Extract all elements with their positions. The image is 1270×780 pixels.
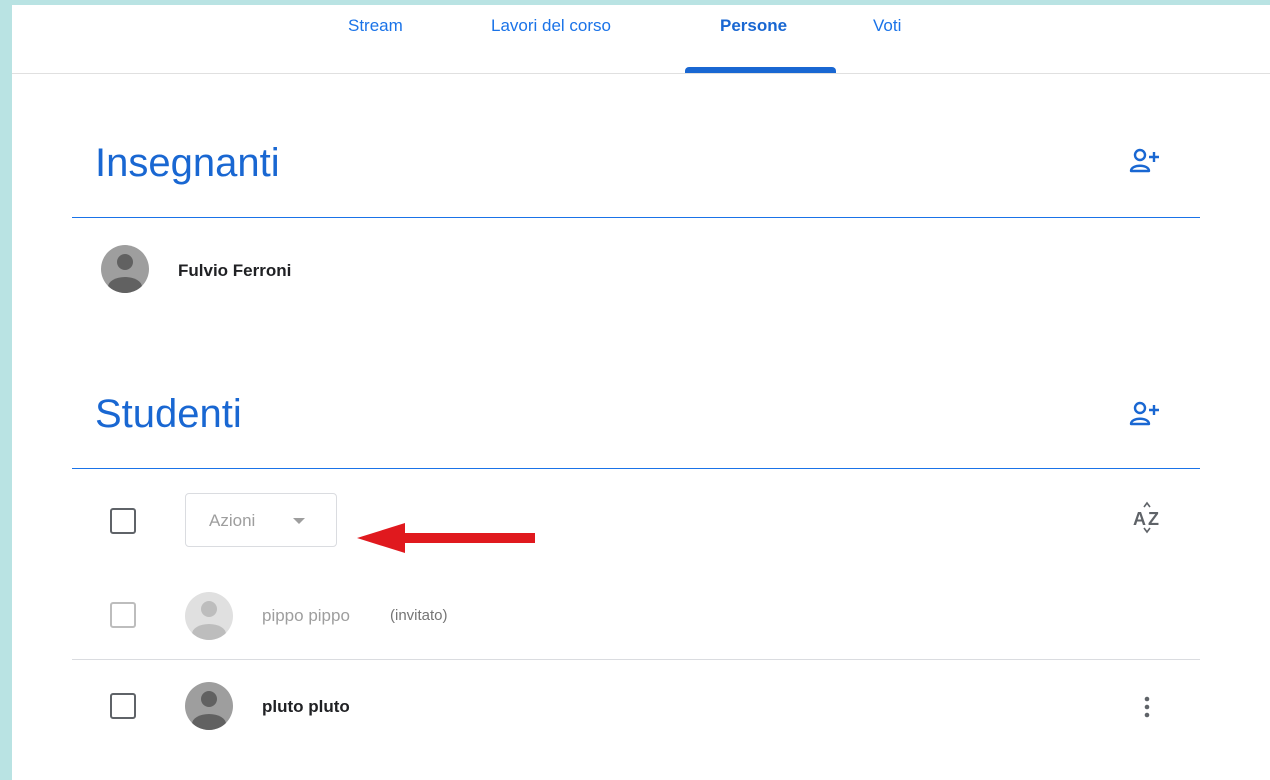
avatar — [101, 245, 149, 293]
more-options-button[interactable] — [1137, 692, 1157, 722]
student-checkbox[interactable] — [110, 693, 136, 719]
sort-az-icon: A Z — [1133, 501, 1159, 534]
svg-text:A: A — [1133, 509, 1146, 529]
select-all-checkbox[interactable] — [110, 508, 136, 534]
default-avatar-icon — [185, 592, 233, 640]
student-checkbox[interactable] — [110, 602, 136, 628]
row-divider — [72, 659, 1200, 660]
student-name: pluto pluto — [262, 697, 350, 716]
more-vert-icon — [1144, 696, 1150, 718]
students-divider — [72, 468, 1200, 469]
teacher-name: Fulvio Ferroni — [178, 261, 292, 280]
teachers-title: Insegnanti — [95, 141, 280, 185]
students-title: Studenti — [95, 392, 242, 436]
add-teacher-button[interactable] — [1129, 146, 1165, 176]
tab-voti[interactable]: Voti — [873, 16, 901, 36]
caret-down-icon — [293, 518, 305, 524]
top-nav-tabs: Stream Lavori del corso Persone Voti — [12, 5, 1270, 74]
tab-lavori-del-corso[interactable]: Lavori del corso — [491, 16, 611, 36]
invited-status: (invitato) — [390, 607, 448, 624]
svg-text:Z: Z — [1148, 509, 1159, 529]
sort-button[interactable]: A Z — [1130, 501, 1166, 535]
tab-stream[interactable]: Stream — [348, 16, 403, 36]
teachers-divider — [72, 217, 1200, 218]
annotation-arrow — [357, 521, 537, 555]
active-tab-indicator — [685, 67, 836, 73]
person-add-icon — [1129, 401, 1159, 426]
actions-label: Azioni — [209, 511, 256, 530]
student-name: pippo pippo — [262, 606, 350, 625]
tab-persone[interactable]: Persone — [720, 16, 787, 36]
add-student-button[interactable] — [1129, 399, 1165, 429]
person-add-icon — [1129, 148, 1159, 173]
default-avatar-icon — [101, 245, 149, 293]
classroom-people-page: Stream Lavori del corso Persone Voti Ins… — [12, 5, 1270, 780]
default-avatar-icon — [185, 682, 233, 730]
avatar — [185, 682, 233, 730]
avatar — [185, 592, 233, 640]
red-arrow-icon — [357, 523, 535, 553]
actions-dropdown[interactable]: Azioni — [185, 493, 337, 547]
